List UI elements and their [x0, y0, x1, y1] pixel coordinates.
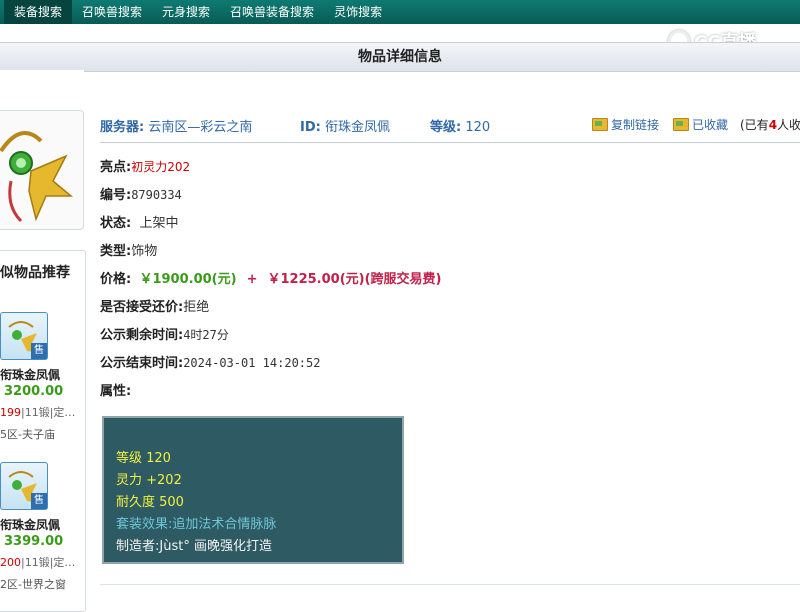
detail-bargain: 是否接受还价:拒绝	[100, 300, 210, 315]
sell-badge: 售	[31, 493, 47, 509]
id-label: ID:	[300, 120, 321, 135]
server-info: 服务器: 云南区—彩云之南	[100, 116, 252, 135]
detail-number: 编号:8790334	[100, 188, 182, 203]
recommend-item-meta-rest: |11锻|定…	[21, 556, 76, 569]
recommend-item-meta: 200|11锻|定…	[0, 554, 75, 570]
recommend-item-spirit: 200	[0, 556, 21, 569]
bargain-value: 拒绝	[183, 300, 210, 315]
level-info: 等级: 120	[430, 116, 490, 135]
attr-durability: 耐久度 500	[116, 495, 184, 510]
detail-price: 价格: ￥1900.00(元) + ￥1225.00(元)(跨服交易费)	[100, 272, 442, 287]
detail-highlight: 亮点:初灵力202	[100, 160, 191, 175]
number-value: 8790334	[131, 188, 182, 202]
attr-set-effect: 套装效果:追加法术合情脉脉	[116, 517, 277, 532]
detail-status: 状态: 上架中	[100, 216, 179, 231]
tab-accessory-search[interactable]: 灵饰搜索	[324, 0, 392, 24]
tab-yuanshen-search[interactable]: 元身搜索	[152, 0, 220, 24]
item-image	[0, 110, 84, 230]
recommend-item-server: 2区-世界之窗	[0, 578, 66, 591]
status-value: 上架中	[139, 216, 179, 231]
favorite-icon	[673, 118, 689, 131]
recommend-title: 似物品推荐	[0, 265, 70, 281]
copy-link-icon	[592, 118, 608, 131]
recommend-item-price: 3200.00	[4, 384, 64, 399]
copy-link-button[interactable]: 复制链接	[592, 116, 659, 133]
tab-pet-equipment-search[interactable]: 召唤兽装备搜索	[220, 0, 324, 24]
favorite-count-number: 4	[768, 117, 778, 132]
tab-pet-search[interactable]: 召唤兽搜索	[72, 0, 152, 24]
detail-type: 类型:饰物	[100, 244, 158, 259]
recommend-item-price: 3399.00	[4, 534, 64, 549]
price-value: ￥1900.00(元)	[139, 272, 237, 287]
top-nav: 装备搜索 召唤兽搜索 元身搜索 召唤兽装备搜索 灵饰搜索	[0, 0, 800, 24]
id-value: 衔珠金凤佩	[324, 120, 390, 135]
recommend-item-name[interactable]: 衔珠金凤佩	[0, 516, 60, 533]
favorite-label: 已收藏	[692, 118, 729, 132]
recommend-item-name[interactable]: 衔珠金凤佩	[0, 366, 60, 383]
attribute-panel: 等级 120 灵力 +202 耐久度 500 套装效果:追加法术合情脉脉 制造者…	[102, 416, 404, 564]
recommend-item-server: 5区-夫子庙	[0, 428, 55, 441]
page-title: 物品详细信息	[0, 42, 800, 72]
sell-badge: 售	[31, 343, 47, 359]
type-value: 饰物	[131, 244, 158, 259]
favorite-count: (已有 4 人收	[740, 117, 800, 133]
favorite-button[interactable]: 已收藏	[673, 116, 728, 133]
attr-maker: 制造者:Jùst° 画晚强化打造	[116, 539, 272, 554]
left-column: 似物品推荐 售 衔珠金凤佩 3200.00 199|11锻|定… 5区-夫子庙 …	[0, 70, 86, 612]
level-value: 120	[465, 120, 491, 135]
detail-end-time: 公示结束时间:2024-03-01 14:20:52	[100, 356, 321, 371]
recommend-item-thumb[interactable]: 售	[0, 312, 48, 360]
recommend-item-thumb[interactable]: 售	[0, 462, 48, 510]
phoenix-pendant-icon	[0, 131, 74, 223]
divider	[100, 584, 800, 585]
id-info: ID: 衔珠金凤佩	[300, 116, 390, 135]
cross-server-fee: ￥1225.00(元)(跨服交易费)	[267, 272, 442, 287]
divider	[100, 142, 800, 143]
attr-spirit: 灵力 +202	[116, 473, 182, 488]
detail-attributes: 属性:	[100, 384, 132, 399]
recommend-item-meta-rest: |11锻|定…	[21, 406, 76, 419]
recommend-item-spirit: 199	[0, 406, 21, 419]
attr-level: 等级 120	[116, 451, 171, 466]
copy-link-label: 复制链接	[611, 118, 660, 132]
highlight-value: 初灵力202	[131, 160, 191, 174]
remaining-time-value: 4时27分	[183, 328, 229, 342]
detail-remaining-time: 公示剩余时间:4时27分	[100, 328, 229, 343]
end-time-value: 2024-03-01 14:20:52	[183, 356, 321, 370]
server-value: 云南区—彩云之南	[148, 120, 253, 135]
server-label: 服务器:	[100, 120, 145, 135]
recommend-item-meta: 199|11锻|定…	[0, 404, 75, 420]
tab-equipment-search[interactable]: 装备搜索	[4, 0, 73, 24]
level-label: 等级:	[430, 120, 462, 135]
